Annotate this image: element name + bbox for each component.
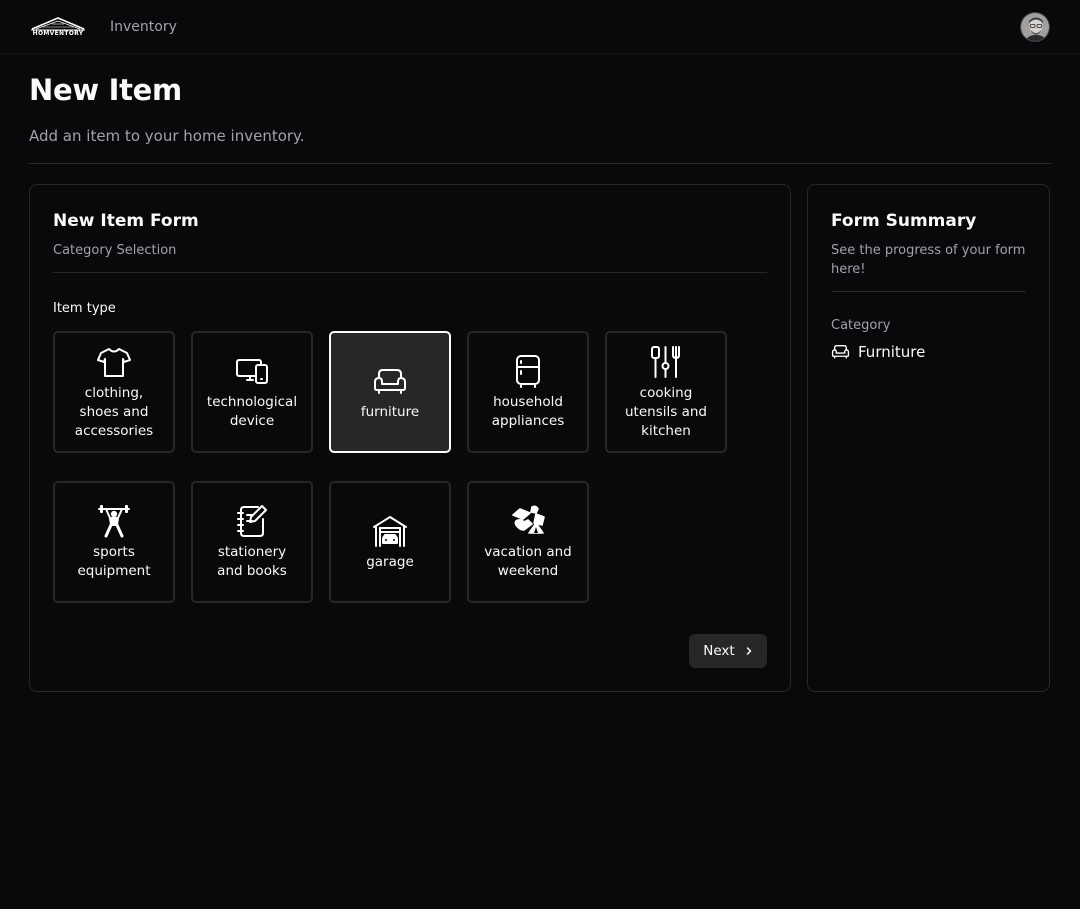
tshirt-icon	[97, 347, 131, 377]
garage-icon	[373, 515, 407, 547]
category-label: technological device	[206, 394, 298, 429]
logo[interactable]: HOMVENTORY	[30, 16, 86, 37]
next-button-label: Next	[703, 643, 735, 659]
page-title: New Item	[29, 73, 182, 107]
category-tile-stationery-books[interactable]: stationery and books	[191, 481, 313, 603]
summary-divider	[831, 291, 1026, 292]
form-step-label: Category Selection	[53, 243, 177, 258]
category-tile-cooking-utensils[interactable]: cooking utensils and kitchen	[605, 331, 727, 453]
chevron-right-icon	[746, 647, 751, 655]
category-label: clothing, shoes and accessories	[74, 384, 154, 439]
camping-icon	[512, 505, 545, 534]
utensils-icon	[651, 345, 680, 378]
category-label: furniture	[360, 403, 420, 420]
sofa-icon	[374, 368, 406, 394]
category-tile-household-appliances[interactable]: household appliances	[467, 331, 589, 453]
category-label: vacation and weekend	[484, 544, 572, 579]
category-label: stationery and books	[217, 544, 287, 579]
category-tile-clothing[interactable]: clothing, shoes and accessories	[53, 331, 175, 453]
summary-category-label: Category	[831, 318, 891, 333]
weightlifter-icon	[98, 505, 130, 538]
item-type-label: Item type	[53, 301, 116, 316]
category-tile-vacation-weekend[interactable]: vacation and weekend	[467, 481, 589, 603]
category-tile-furniture[interactable]: furniture	[329, 331, 451, 453]
nav-link-inventory[interactable]: Inventory	[110, 19, 177, 35]
summary-title: Form Summary	[831, 211, 977, 231]
category-tile-sports-equipment[interactable]: sports equipment	[53, 481, 175, 603]
summary-category-text: Furniture	[858, 342, 926, 361]
category-label: garage	[366, 553, 414, 570]
devices-icon	[236, 359, 268, 384]
category-tile-technological-device[interactable]: technological device	[191, 331, 313, 453]
logo-text: HOMVENTORY	[32, 30, 84, 37]
category-tile-garage[interactable]: garage	[329, 481, 451, 603]
category-label: cooking utensils and kitchen	[625, 384, 707, 439]
sofa-icon	[831, 345, 850, 359]
new-item-form-card: New Item Form Category Selection Item ty…	[29, 184, 791, 692]
page-subtitle: Add an item to your home inventory.	[29, 127, 305, 145]
form-divider	[53, 272, 767, 273]
category-label: sports equipment	[77, 544, 151, 579]
main-content: New Item Form Category Selection Item ty…	[0, 164, 1080, 692]
form-summary-card: Form Summary See the progress of your fo…	[807, 184, 1050, 692]
page-header: New Item Add an item to your home invent…	[0, 54, 1080, 146]
fridge-icon	[516, 355, 540, 388]
form-title: New Item Form	[53, 211, 199, 231]
summary-category-value: Furniture	[831, 342, 1026, 361]
category-grid: clothing, shoes and accessories technolo…	[53, 331, 767, 603]
category-label: household appliances	[491, 394, 565, 429]
notebook-icon	[237, 505, 267, 537]
next-button[interactable]: Next	[689, 634, 767, 668]
avatar[interactable]	[1020, 12, 1050, 42]
top-bar: HOMVENTORY Inventory	[0, 0, 1080, 54]
summary-subtitle: See the progress of your form here!	[831, 243, 1026, 277]
user-avatar-icon	[1021, 13, 1049, 41]
